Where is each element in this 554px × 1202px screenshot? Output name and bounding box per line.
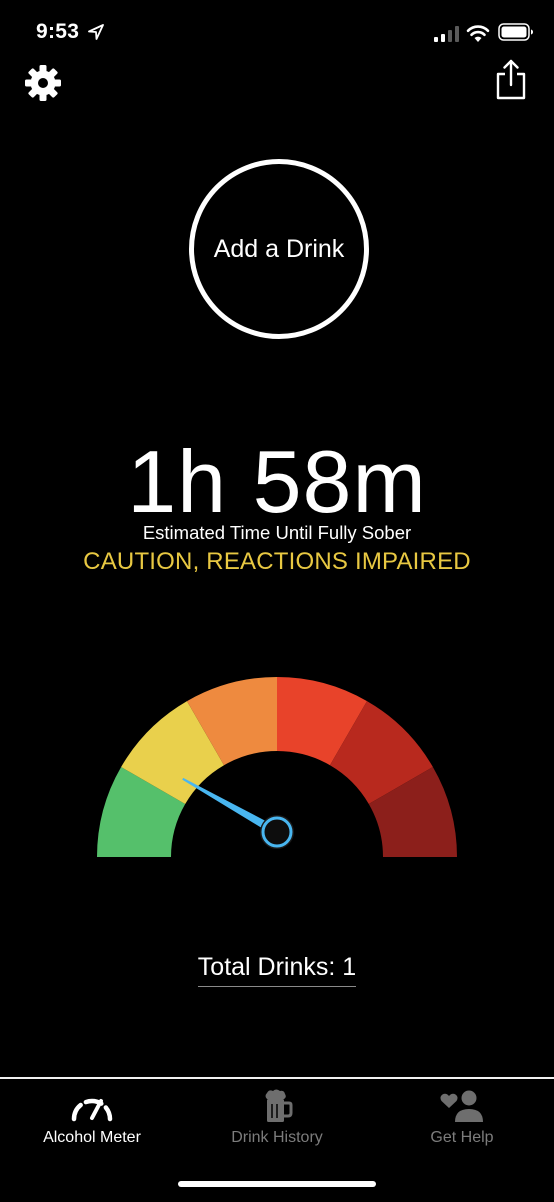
gear-icon	[25, 65, 61, 101]
sober-time-caption: Estimated Time Until Fully Sober	[142, 522, 412, 543]
share-button[interactable]	[494, 58, 528, 100]
alcohol-gauge	[97, 677, 457, 857]
beer-mug-icon	[265, 1089, 293, 1122]
cellular-signal-icon	[434, 26, 459, 42]
add-drink-button[interactable]: Add a Drink	[189, 159, 369, 339]
home-indicator	[178, 1181, 376, 1187]
battery-icon	[498, 23, 533, 41]
tab-get-help[interactable]: Get Help	[370, 1079, 554, 1159]
tab-label: Get Help	[430, 1129, 494, 1146]
total-drinks-link[interactable]: Total Drinks: 1	[197, 953, 357, 987]
impairment-warning: CAUTION, REACTIONS IMPAIRED	[83, 548, 471, 575]
add-drink-label: Add a Drink	[213, 234, 345, 263]
speedometer-icon	[71, 1098, 113, 1122]
tab-label: Alcohol Meter	[43, 1129, 141, 1146]
location-arrow-icon	[88, 24, 104, 40]
share-icon	[496, 59, 526, 100]
sober-time-value: 1h 58m	[127, 432, 427, 531]
status-bar: 9:53	[0, 0, 554, 66]
total-drinks: Total Drinks: 1	[0, 953, 554, 987]
wifi-icon	[466, 25, 490, 42]
tab-label: Drink History	[231, 1129, 323, 1146]
tab-alcohol-meter[interactable]: Alcohol Meter	[0, 1079, 184, 1159]
gauge-hub-ring	[261, 816, 293, 848]
settings-button[interactable]	[25, 65, 61, 101]
person-heart-icon	[440, 1090, 483, 1122]
tab-drink-history[interactable]: Drink History	[185, 1079, 369, 1159]
status-time: 9:53	[36, 20, 80, 43]
